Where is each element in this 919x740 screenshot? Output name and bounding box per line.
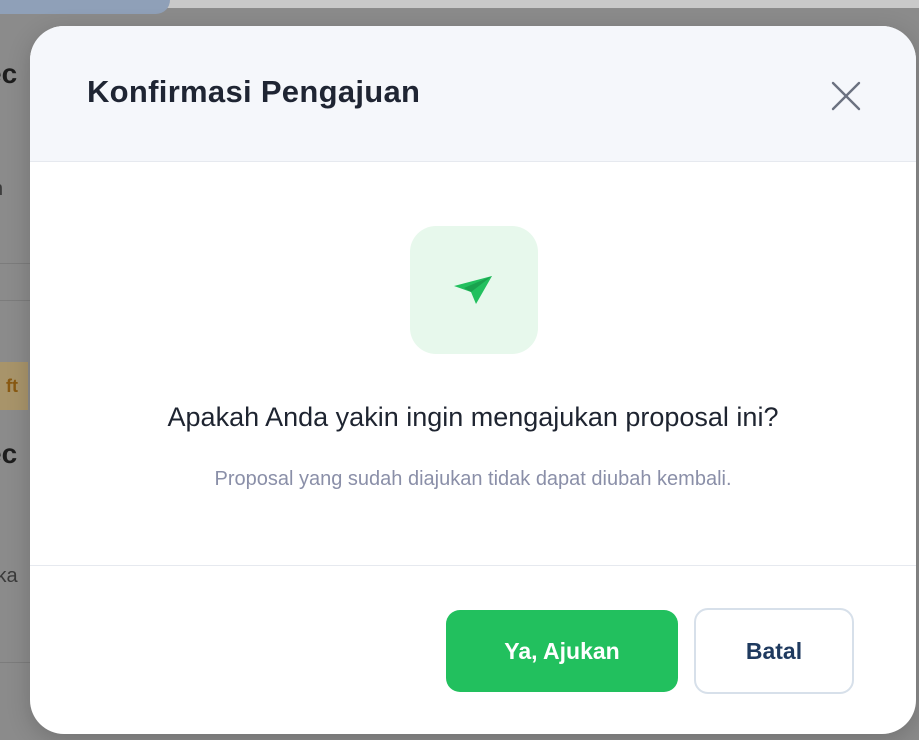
confirmation-note: Proposal yang sudah diajukan tidak dapat… [214,468,732,490]
background-heading-2: ec [0,438,18,469]
background-status-badge: ft [0,362,28,410]
close-icon [831,81,861,111]
dialog-body: Apakah Anda yakin ingin mengajukan propo… [30,162,916,565]
dialog-header: Konfirmasi Pengajuan [30,26,916,162]
confirmation-dialog: Konfirmasi Pengajuan Apakah Anda yakin i… [30,26,916,734]
paper-plane-icon [454,276,492,304]
background-heading-1: ec [0,58,18,89]
background-text-2: ika [0,565,18,587]
close-button[interactable] [826,76,866,116]
confirm-submit-button[interactable]: Ya, Ajukan [446,610,678,692]
send-icon-container [410,226,538,354]
cancel-button[interactable]: Batal [694,608,854,694]
dialog-title: Konfirmasi Pengajuan [87,74,421,109]
background-tab-chip [0,0,170,14]
confirmation-question: Apakah Anda yakin ingin mengajukan propo… [167,402,779,432]
background-text-1: n [0,178,32,201]
dialog-footer: Ya, Ajukan Batal [30,565,916,734]
